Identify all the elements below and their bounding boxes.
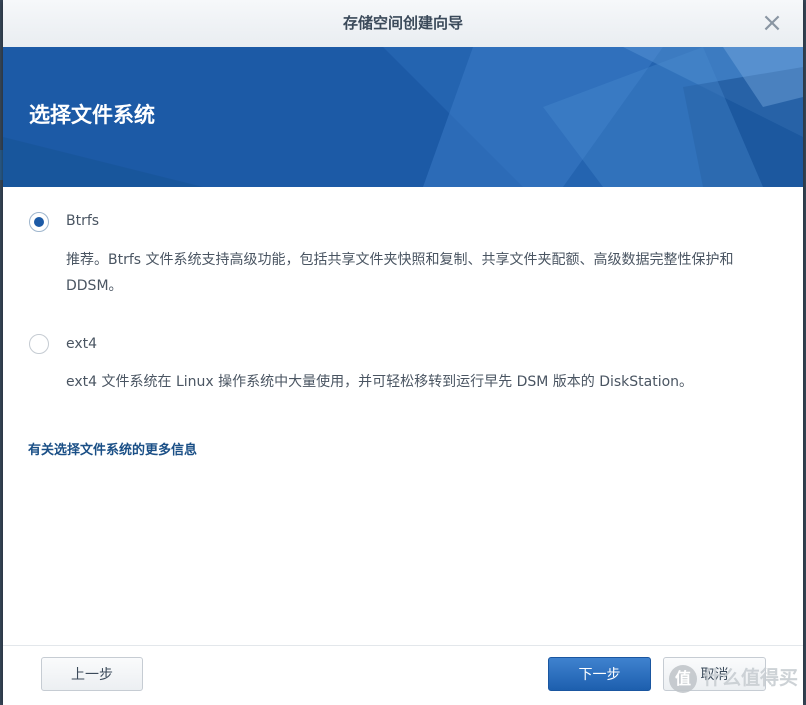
next-button[interactable]: 下一步 (548, 657, 651, 691)
ext4-label: ext4 (66, 336, 98, 352)
btrfs-radio[interactable] (29, 212, 49, 232)
watermark: 值什么值得买 (668, 660, 798, 696)
wizard-dialog: 存储空间创建向导 × 选择文件系统 Btrfs 推荐。Btrfs 文件系统支持高… (3, 0, 803, 705)
more-info-link[interactable]: 有关选择文件系统的更多信息 (28, 439, 197, 458)
footer-divider (3, 645, 803, 646)
btrfs-label: Btrfs (66, 213, 100, 229)
previous-button[interactable]: 上一步 (41, 657, 143, 691)
window-title: 存储空间创建向导 (342, 14, 463, 32)
btrfs-description: 推荐。Btrfs 文件系统支持高级功能，包括共享文件夹快照和复制、共享文件夹配额… (66, 252, 734, 294)
watermark-icon: 值 (668, 664, 697, 693)
watermark-text: 什么值得买 (702, 667, 798, 689)
ext4-description: ext4 文件系统在 Linux 操作系统中大量使用，并可轻松移转到运行早先 D… (66, 374, 694, 390)
title-bar: 存储空间创建向导 × (3, 0, 803, 48)
header-banner: 选择文件系统 (3, 47, 803, 187)
ext4-radio[interactable] (29, 334, 49, 354)
step-title: 选择文件系统 (29, 103, 155, 127)
close-icon[interactable]: × (759, 10, 785, 36)
